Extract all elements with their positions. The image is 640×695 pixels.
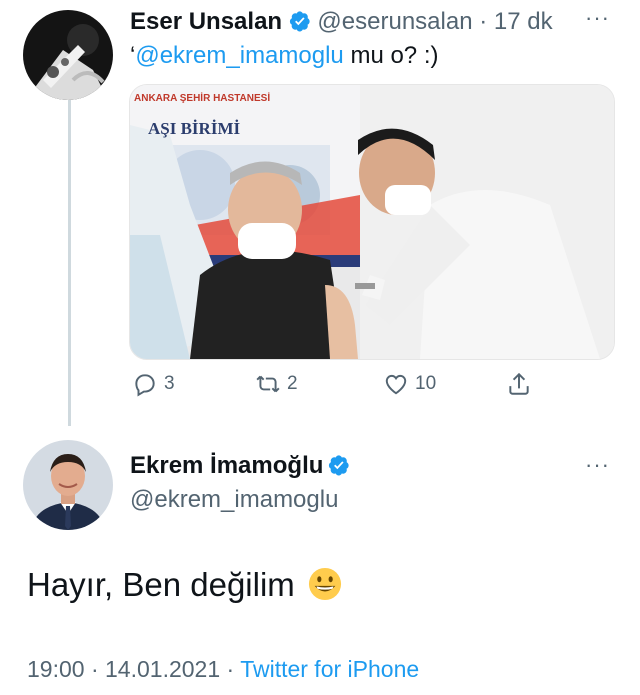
main-tweet-author: Ekrem İmamoğlu <box>130 452 350 480</box>
main-tweet-text: Hayır, Ben değilim <box>27 566 342 604</box>
author-handle[interactable]: @eserunsalan <box>317 8 472 35</box>
author-name[interactable]: Eser Unsalan <box>130 8 282 35</box>
more-icon[interactable]: ··· <box>585 452 610 478</box>
quoted-tweet-header: Eser Unsalan @eserunsalan · 17 dk <box>130 8 553 36</box>
tweet-body: Hayır, Ben değilim <box>27 566 295 603</box>
tweet-source-link[interactable]: Twitter for iPhone <box>240 656 419 682</box>
verified-badge-icon <box>328 454 350 476</box>
reply-icon <box>135 374 155 397</box>
tweet-time[interactable]: 19:00 <box>27 656 85 682</box>
quoted-tweet-text: ‘@ekrem_imamoglu mu o? :) <box>130 42 438 70</box>
thread-connector-line <box>68 100 71 426</box>
main-tweet-handle[interactable]: @ekrem_imamoglu <box>130 486 338 514</box>
share-icon <box>509 372 529 395</box>
meta-separator: · <box>90 656 99 682</box>
retweet-count: 2 <box>287 373 298 394</box>
grinning-emoji-icon <box>308 567 342 601</box>
eser-unsalan-avatar[interactable] <box>23 10 113 100</box>
header-separator: · <box>479 8 488 35</box>
share-button[interactable] <box>506 371 532 397</box>
tweet-meta: 19:00 · 14.01.2021 · Twitter for iPhone <box>27 656 419 683</box>
reply-count: 3 <box>164 373 175 394</box>
like-button[interactable]: 10 <box>383 371 436 397</box>
photo-sign-unit: AŞI BİRİMİ <box>148 119 241 138</box>
meta-separator: · <box>226 656 235 682</box>
photo-sign-hospital: ANKARA ŞEHİR HASTANESİ <box>134 93 271 104</box>
like-count: 10 <box>415 373 437 394</box>
tweet-time-ago[interactable]: 17 dk <box>494 8 553 35</box>
reply-button[interactable]: 3 <box>132 371 175 397</box>
text-rest: mu o? :) <box>343 42 439 69</box>
like-icon <box>385 374 407 395</box>
author-name[interactable]: Ekrem İmamoğlu <box>130 452 323 479</box>
tweet-date[interactable]: 14.01.2021 <box>105 656 220 682</box>
more-icon[interactable]: ··· <box>585 5 610 31</box>
ekrem-imamoglu-avatar[interactable] <box>23 440 113 530</box>
verified-badge-icon <box>289 10 311 32</box>
retweet-icon <box>256 375 280 393</box>
tweet-photo[interactable]: ANKARA ŞEHİR HASTANESİ AŞI BİRİMİ <box>129 84 615 360</box>
retweet-button[interactable]: 2 <box>255 371 298 397</box>
mention-link[interactable]: @ekrem_imamoglu <box>135 42 343 69</box>
